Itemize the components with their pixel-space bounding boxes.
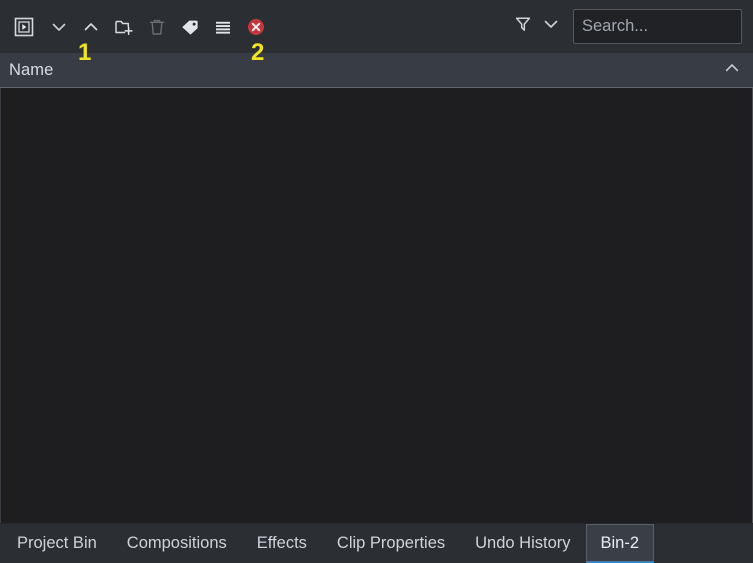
new-folder-icon — [113, 16, 135, 38]
move-up-button[interactable] — [77, 12, 105, 42]
tag-button[interactable] — [175, 12, 205, 42]
new-folder-button[interactable] — [109, 12, 139, 42]
chevron-up-icon — [81, 17, 101, 37]
move-down-button[interactable] — [45, 12, 73, 42]
filter-funnel-icon — [513, 14, 533, 39]
add-clip-button[interactable] — [12, 15, 36, 39]
toolbar-right-group — [510, 9, 753, 44]
tab-undo-history[interactable]: Undo History — [460, 524, 585, 563]
filter-button[interactable] — [510, 13, 536, 41]
bin-item-list[interactable] — [0, 88, 753, 523]
tab-project-bin[interactable]: Project Bin — [2, 524, 112, 563]
tab-clip-properties[interactable]: Clip Properties — [322, 524, 460, 563]
tag-icon — [179, 16, 201, 38]
panel-tab-bar: Project Bin Compositions Effects Clip Pr… — [0, 523, 753, 563]
hamburger-icon — [212, 16, 234, 38]
menu-button[interactable] — [208, 12, 238, 42]
chevron-down-icon — [541, 14, 561, 39]
red-close-icon — [245, 16, 267, 38]
remove-button[interactable] — [241, 12, 271, 42]
trash-icon — [146, 16, 168, 38]
tab-bin-2[interactable]: Bin-2 — [585, 524, 655, 563]
chevron-down-icon — [49, 17, 69, 37]
sort-ascending-button[interactable] — [721, 59, 743, 81]
tab-compositions[interactable]: Compositions — [112, 524, 242, 563]
chevron-up-icon — [723, 59, 741, 82]
tab-effects[interactable]: Effects — [242, 524, 322, 563]
column-header-row: Name — [0, 53, 753, 88]
delete-button[interactable] — [142, 12, 172, 42]
column-header-name[interactable]: Name — [9, 61, 53, 80]
filter-dropdown-button[interactable] — [538, 13, 564, 41]
search-input[interactable] — [573, 9, 742, 44]
media-clip-icon — [13, 16, 35, 38]
bin-toolbar: 1 2 — [0, 0, 753, 65]
project-bin-panel: 1 2 Name Project Bin Compositions Effect… — [0, 0, 753, 563]
